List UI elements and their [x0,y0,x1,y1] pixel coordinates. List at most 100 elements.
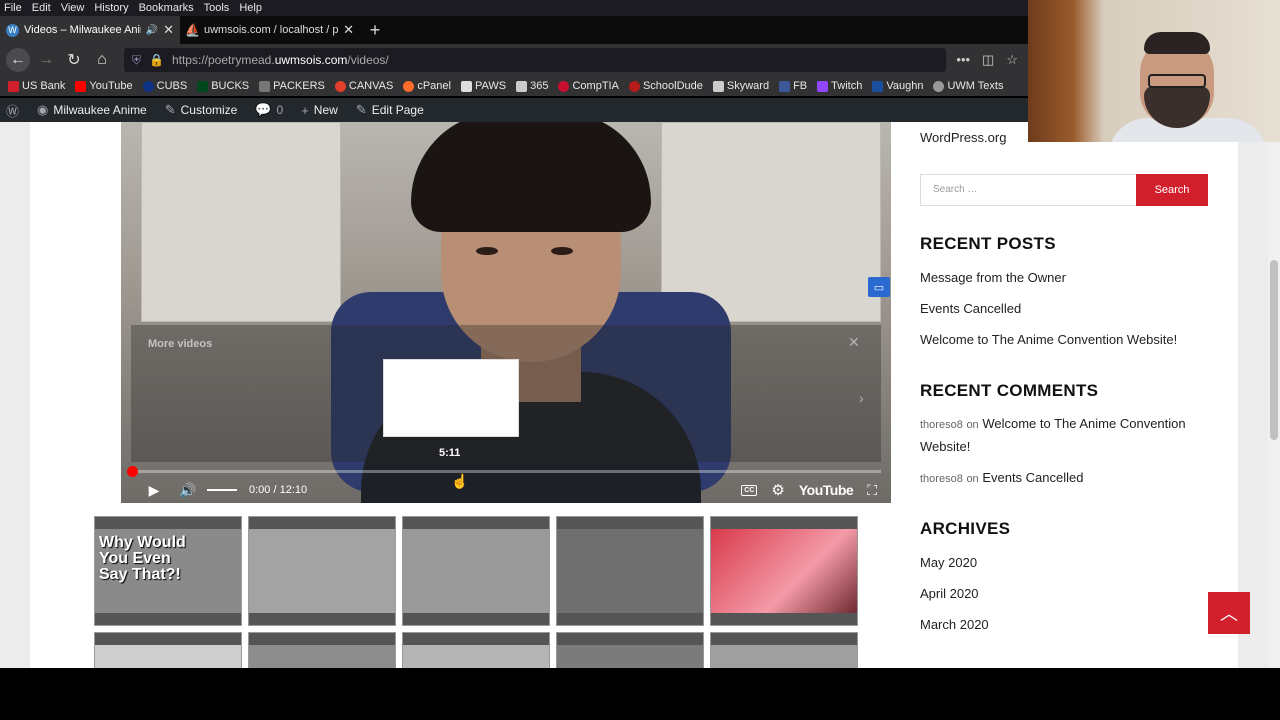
wp-logo-button[interactable]: Ⓦ [6,101,19,120]
comment-on: on [966,473,979,485]
video-thumbnail[interactable] [710,632,858,668]
thumbnail-image [711,529,857,613]
bookmark-comptia[interactable]: CompTIA [558,80,619,92]
recent-comment: thoreso8 on Events Cancelled [920,467,1210,490]
close-icon[interactable]: ✕ [848,334,860,351]
thumbnail-image [95,645,241,668]
menu-history[interactable]: History [94,2,128,14]
pocket-icon[interactable]: ◫ [982,52,994,68]
settings-gear-icon[interactable]: ⚙ [771,481,784,499]
page-scrollbar[interactable] [1268,122,1280,668]
recent-post-link[interactable]: Welcome to The Anime Convention Website! [920,332,1177,347]
wp-edit-page-link[interactable]: ✎ Edit Page [356,102,424,118]
thumbnail-caption: Why Would You Even Say That?! [99,534,186,583]
page-actions-icon[interactable]: ••• [956,52,970,68]
bookmark-schooldude[interactable]: SchoolDude [628,80,703,92]
youtube-video-player[interactable]: More videos ✕ › ▭ 5:11 ☝ ▶ 🔊 0:00 / 12:1… [121,122,891,503]
volume-icon[interactable]: 🔊 [177,482,199,499]
wp-site-link[interactable]: ◉ Milwaukee Anime [37,102,147,118]
play-icon[interactable]: ▶ [143,482,165,499]
search-input[interactable]: Search … [920,174,1137,206]
video-thumbnail[interactable] [556,516,704,626]
bookmark-vaughn[interactable]: Vaughn [872,80,923,92]
tab-phpmyadmin[interactable]: ⛵ uwmsois.com / localhost / poe ✕ [180,16,360,44]
bookmark-skyward[interactable]: Skyward [712,80,769,92]
time-display: 0:00 / 12:10 [249,484,308,496]
recent-posts-title: RECENT POSTS [920,234,1056,253]
video-thumbnail[interactable] [248,516,396,626]
youtube-icon [75,80,87,92]
archive-link[interactable]: May 2020 [920,555,977,570]
video-thumbnail[interactable] [556,632,704,668]
wp-new-link[interactable]: + New [301,103,338,118]
video-thumbnail[interactable]: Why Would You Even Say That?! [94,516,242,626]
bookmark-twitch[interactable]: Twitch [817,80,862,92]
forward-button[interactable]: → [34,48,58,72]
menu-tools[interactable]: Tools [204,2,230,14]
comment-post-link[interactable]: Events Cancelled [982,470,1083,485]
new-tab-button[interactable]: + [360,16,390,44]
video-thumbnail[interactable] [710,516,858,626]
bookmark-cubs[interactable]: CUBS [142,80,187,92]
globe-icon [933,80,945,92]
wordpress-org-link[interactable]: WordPress.org [920,130,1006,145]
wp-customize-link[interactable]: ✎ Customize [165,102,238,118]
tracking-shield-icon[interactable]: ⛨ [132,53,141,68]
video-thumbnail[interactable] [402,516,550,626]
bookmark-bucks[interactable]: BUCKS [197,80,249,92]
search-button[interactable]: Search [1136,174,1208,206]
bookmark-canvas[interactable]: CANVAS [334,80,393,92]
archive-link[interactable]: March 2020 [920,617,989,632]
player-controls: ▶ 🔊 0:00 / 12:10 CC ⚙ YouTube ⛶ [121,477,891,503]
fullscreen-icon[interactable]: ⛶ [867,482,877,499]
packers-icon [259,80,271,92]
close-tab-icon[interactable]: ✕ [343,22,354,38]
eye [476,247,498,255]
youtube-logo[interactable]: YouTube [799,482,854,498]
bookmark-packers[interactable]: PACKERS [259,80,325,92]
volume-slider[interactable] [207,489,237,491]
captions-icon[interactable]: CC [741,484,758,496]
facebook-icon [779,80,791,92]
menu-bookmarks[interactable]: Bookmarks [139,2,194,14]
video-thumbnail[interactable] [402,632,550,668]
bookmark-us-bank[interactable]: US Bank [8,80,65,92]
wp-comments-link[interactable]: 💬 0 [255,102,283,118]
home-button[interactable]: ⌂ [90,48,114,72]
bookmark-uwm-texts[interactable]: UWM Texts [933,80,1003,92]
menu-file[interactable]: File [4,2,22,14]
url-bar[interactable]: ⛨ 🔒 https://poetrymead.uwmsois.com/video… [124,48,947,72]
close-tab-icon[interactable]: ✕ [163,22,174,38]
bookmark-cpanel[interactable]: cPanel [403,80,451,92]
progress-scrubber[interactable] [127,466,138,477]
thumbnail-image [711,645,857,668]
video-thumbnail[interactable] [94,632,242,668]
cabinet [141,122,341,322]
archive-link[interactable]: April 2020 [920,586,979,601]
tab-videos[interactable]: W Videos – Milwaukee Anime 🔊 ✕ [0,16,180,44]
menu-edit[interactable]: Edit [32,2,51,14]
pencil-icon: ✎ [355,102,367,117]
recent-post-link[interactable]: Message from the Owner [920,270,1066,285]
bookmark-fb[interactable]: FB [779,80,807,92]
recent-post-link[interactable]: Events Cancelled [920,301,1021,316]
video-thumbnail[interactable] [248,632,396,668]
bookmark-365[interactable]: 365 [516,80,548,92]
chevron-right-icon[interactable]: › [859,390,864,406]
bookmark-star-icon[interactable]: ☆ [1006,52,1018,68]
back-button[interactable]: ← [6,48,30,72]
lock-icon[interactable]: 🔒 [149,53,164,67]
comment-on: on [966,419,979,431]
bookmark-paws[interactable]: PAWS [460,80,506,92]
scroll-to-top-button[interactable]: ︿ [1208,592,1250,634]
scrollbar-thumb[interactable] [1270,260,1278,440]
reload-button[interactable]: ↻ [62,48,86,72]
watch-later-icon[interactable]: ▭ [868,277,890,297]
comment-author: thoreso8 [920,419,963,431]
menu-help[interactable]: Help [239,2,262,14]
speaker-icon[interactable]: 🔊 [146,25,158,36]
bookmark-youtube[interactable]: YouTube [75,80,133,92]
menu-view[interactable]: View [61,2,85,14]
progress-bar[interactable] [127,466,881,477]
skyward-icon [712,80,724,92]
